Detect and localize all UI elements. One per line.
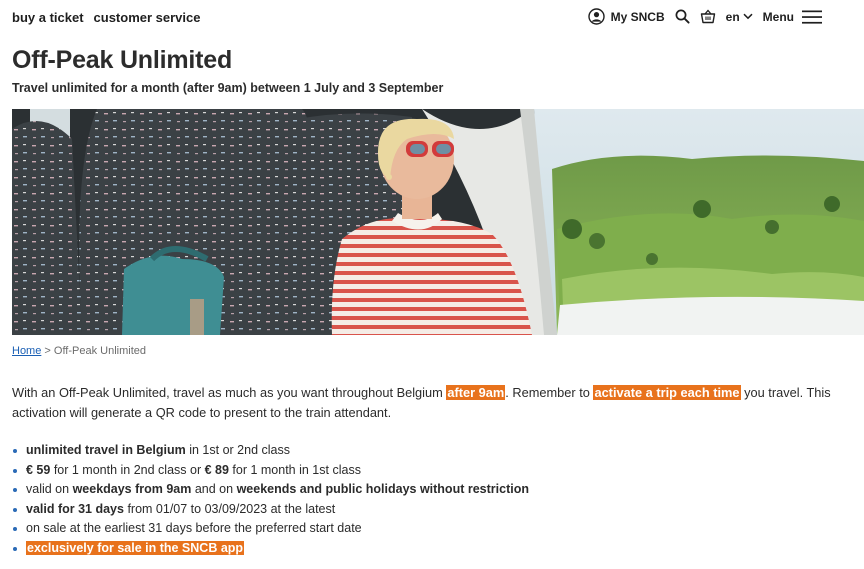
feature-text: valid on <box>26 482 73 497</box>
utility-nav: My SNCB en Menu <box>587 8 822 25</box>
feature-list: unlimited travel in Belgium in 1st or 2n… <box>12 441 529 559</box>
feature-text: on sale at the earliest 31 days before t… <box>26 521 362 536</box>
breadcrumb-separator: > <box>41 345 54 357</box>
feature-bold: € 89 <box>204 462 229 477</box>
feature-item-unlimited-travel: unlimited travel in Belgium in 1st or 2n… <box>12 441 529 461</box>
feature-text: and on <box>191 482 237 497</box>
language-selector[interactable]: en <box>726 10 753 24</box>
menu-label: Menu <box>762 9 794 24</box>
user-icon <box>587 8 605 25</box>
feature-bold: valid for 31 days <box>26 501 124 516</box>
feature-text: for 1 month in 1st class <box>228 462 361 477</box>
feature-highlight-app-only: exclusively for sale in the SNCB app <box>26 540 245 555</box>
feature-item-validity-hours: valid on weekdays from 9am and on weeken… <box>12 480 529 500</box>
language-label: en <box>725 9 740 24</box>
feature-text: in 1st or 2nd class <box>185 443 290 457</box>
intro-paragraph: With an Off-Peak Unlimited, travel as mu… <box>12 383 852 423</box>
feature-bold: weekdays from 9am <box>72 482 192 497</box>
breadcrumb-home-link[interactable]: Home <box>12 345 41 357</box>
intro-highlight-activate-trip: activate a trip each time <box>593 385 741 400</box>
hamburger-icon <box>802 10 822 24</box>
primary-nav: buy a ticket customer service <box>12 10 200 25</box>
feature-text: for 1 month in 2nd class or <box>50 462 205 477</box>
top-bar: buy a ticket customer service My SNCB en… <box>0 0 864 36</box>
feature-text: from 01/07 to 03/09/2023 at the latest <box>123 501 336 516</box>
feature-item-app-only: exclusively for sale in the SNCB app <box>12 539 529 559</box>
feature-bold: weekends and public holidays without res… <box>236 482 529 497</box>
menu-button[interactable]: Menu <box>763 10 822 24</box>
feature-bold: € 59 <box>26 462 51 477</box>
intro-highlight-after-9am: after 9am <box>446 385 506 400</box>
basket-icon[interactable] <box>700 9 716 24</box>
chevron-down-icon <box>743 13 753 20</box>
breadcrumb-current: Off-Peak Unlimited <box>53 345 146 357</box>
feature-item-validity-period: valid for 31 days from 01/07 to 03/09/20… <box>12 500 529 520</box>
breadcrumb: Home > Off-Peak Unlimited <box>12 345 146 357</box>
intro-text-1: With an Off-Peak Unlimited, travel as mu… <box>12 385 447 400</box>
my-sncb-link[interactable]: My SNCB <box>587 8 665 25</box>
intro-text-2: . Remember to <box>505 385 594 400</box>
hero-image <box>12 109 864 335</box>
feature-bold: unlimited travel in Belgium <box>26 443 186 457</box>
feature-item-price: € 59 for 1 month in 2nd class or € 89 fo… <box>12 461 529 481</box>
feature-item-sale-window: on sale at the earliest 31 days before t… <box>12 519 529 539</box>
my-sncb-label: My SNCB <box>610 9 665 24</box>
nav-customer-service[interactable]: customer service <box>94 10 201 25</box>
search-icon[interactable] <box>675 9 690 24</box>
page-title: Off-Peak Unlimited <box>12 46 233 74</box>
page-subtitle: Travel unlimited for a month (after 9am)… <box>12 81 444 95</box>
nav-buy-ticket[interactable]: buy a ticket <box>12 10 84 25</box>
